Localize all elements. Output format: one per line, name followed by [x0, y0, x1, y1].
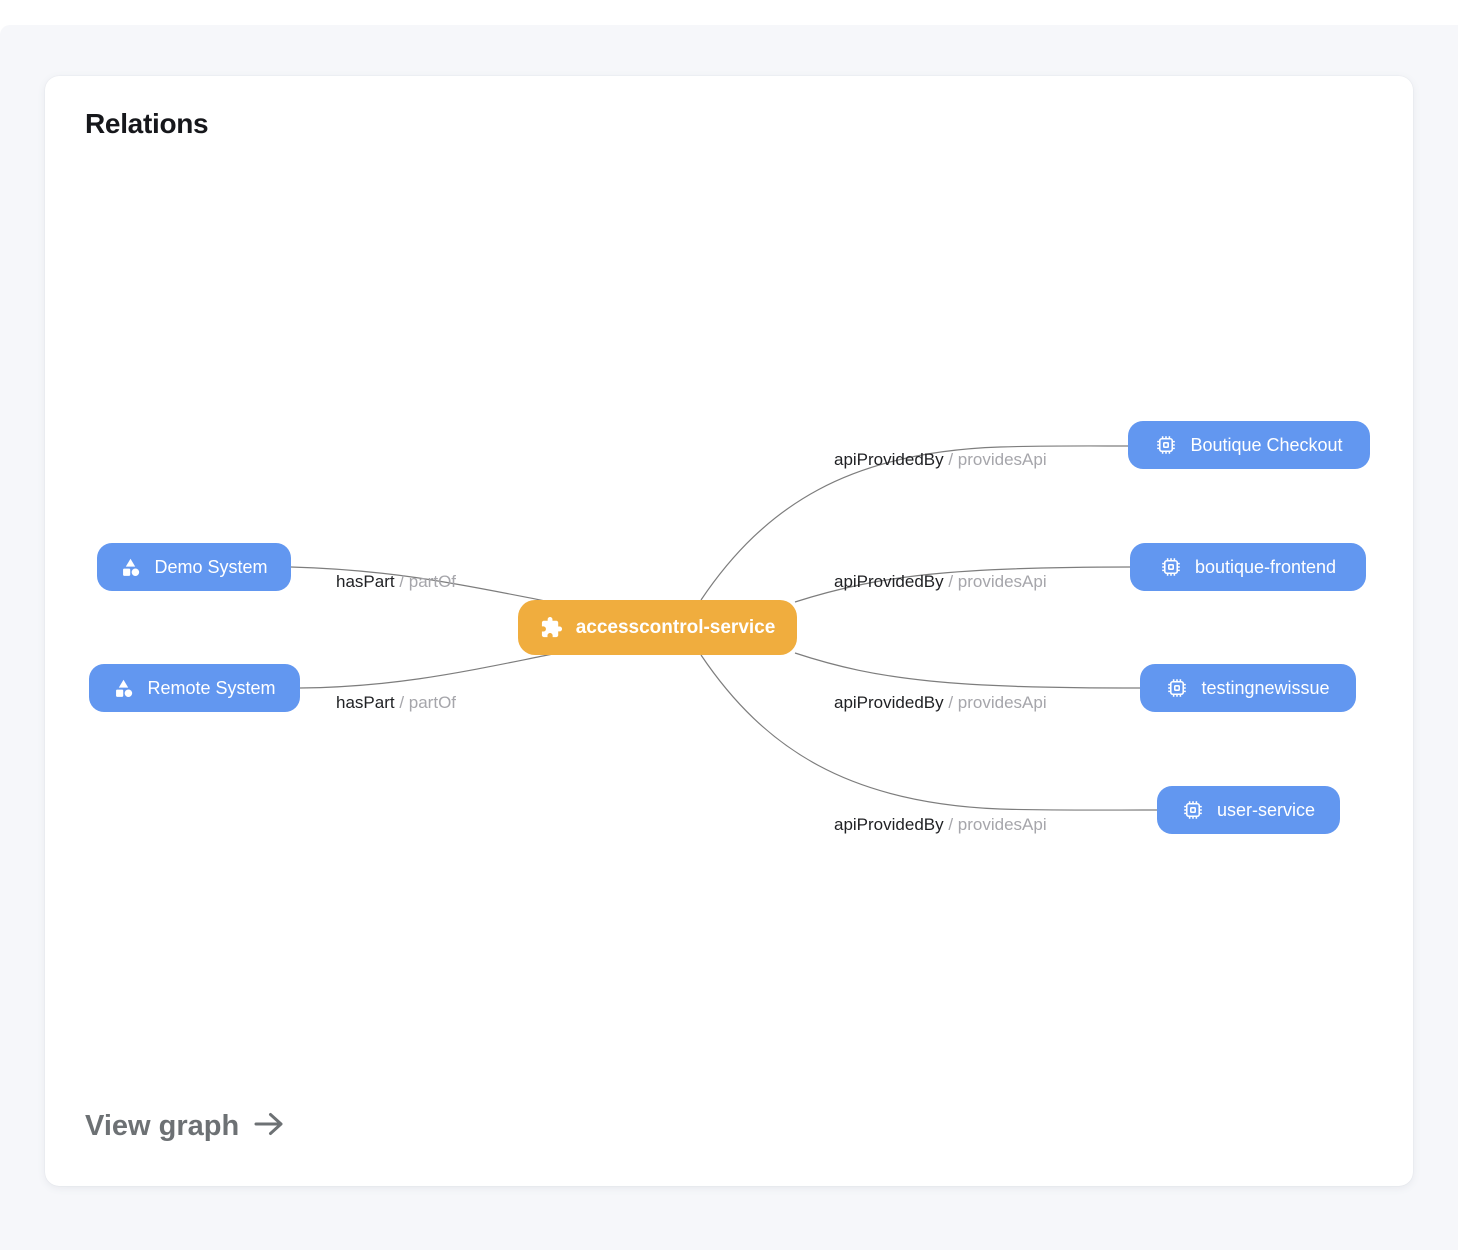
- node-remote-system[interactable]: Remote System: [89, 664, 300, 712]
- relations-page: Relations View graph Demo System: [0, 0, 1458, 1250]
- node-label: testingnewissue: [1201, 678, 1329, 699]
- edge-label-primary: apiProvidedBy: [834, 450, 944, 469]
- edge-label-primary: apiProvidedBy: [834, 572, 944, 591]
- node-boutique-frontend[interactable]: boutique-frontend: [1130, 543, 1366, 591]
- edge-label-apiprovidedby-3: apiProvidedBy / providesApi: [834, 693, 1047, 713]
- edge-label-primary: hasPart: [336, 572, 395, 591]
- edge-label-secondary: / providesApi: [948, 450, 1046, 469]
- node-accesscontrol-service[interactable]: accesscontrol-service: [518, 600, 797, 655]
- edge-label-primary: apiProvidedBy: [834, 815, 944, 834]
- chip-icon: [1182, 799, 1204, 821]
- edge-label-secondary: / partOf: [399, 693, 456, 712]
- card-title: Relations: [85, 108, 208, 140]
- chip-icon: [1166, 677, 1188, 699]
- node-label: Demo System: [154, 557, 267, 578]
- node-label: Remote System: [147, 678, 275, 699]
- edge-label-secondary: / providesApi: [948, 572, 1046, 591]
- edge-label-secondary: / providesApi: [948, 815, 1046, 834]
- node-label: user-service: [1217, 800, 1315, 821]
- puzzle-icon: [540, 616, 563, 639]
- node-label: boutique-frontend: [1195, 557, 1336, 578]
- chip-icon: [1155, 434, 1177, 456]
- edge-label-apiprovidedby-2: apiProvidedBy / providesApi: [834, 572, 1047, 592]
- view-graph-label: View graph: [85, 1110, 239, 1143]
- chip-icon: [1160, 556, 1182, 578]
- node-label: accesscontrol-service: [576, 617, 776, 639]
- node-demo-system[interactable]: Demo System: [97, 543, 291, 591]
- edge-label-haspart-2: hasPart / partOf: [336, 693, 456, 713]
- node-boutique-checkout[interactable]: Boutique Checkout: [1128, 421, 1370, 469]
- category-icon: [120, 557, 141, 578]
- node-label: Boutique Checkout: [1190, 435, 1342, 456]
- edge-label-secondary: / providesApi: [948, 693, 1046, 712]
- edge-label-primary: hasPart: [336, 693, 395, 712]
- edge-label-primary: apiProvidedBy: [834, 693, 944, 712]
- edge-label-apiprovidedby-4: apiProvidedBy / providesApi: [834, 815, 1047, 835]
- view-graph-link[interactable]: View graph: [85, 1108, 285, 1145]
- category-icon: [113, 678, 134, 699]
- node-user-service[interactable]: user-service: [1157, 786, 1340, 834]
- edge-label-haspart-1: hasPart / partOf: [336, 572, 456, 592]
- arrow-right-icon: [253, 1108, 285, 1145]
- edge-label-secondary: / partOf: [399, 572, 456, 591]
- node-testingnewissue[interactable]: testingnewissue: [1140, 664, 1356, 712]
- edge-label-apiprovidedby-1: apiProvidedBy / providesApi: [834, 450, 1047, 470]
